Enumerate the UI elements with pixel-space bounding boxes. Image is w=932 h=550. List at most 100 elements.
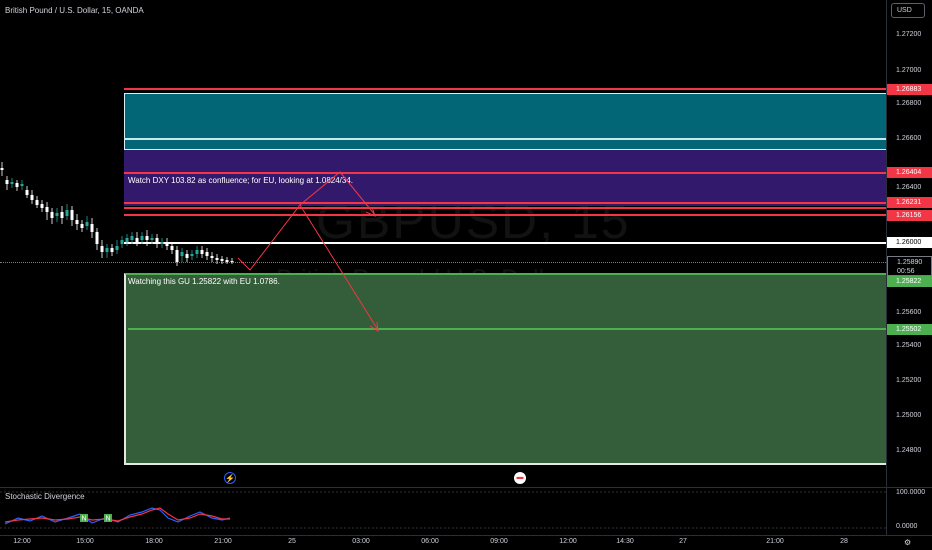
candle-body (220, 259, 224, 261)
price-candles-layer (0, 162, 379, 332)
price-tick: 1.27200 (896, 31, 922, 38)
bar-countdown: 00:56 (897, 268, 915, 275)
price-label-26404[interactable]: 1.26404 (887, 167, 932, 178)
stoch-d-line (4, 507, 230, 523)
candle-body (5, 180, 9, 184)
divergence-badge-text: N (106, 516, 111, 523)
time-tick: 15:00 (76, 538, 94, 545)
indicator-tick-min: 0.0000 (896, 523, 918, 530)
candle-body (135, 238, 139, 242)
time-tick: 21:00 (214, 538, 232, 545)
candle-body (50, 212, 54, 218)
time-tick: 14:30 (616, 538, 634, 545)
price-tick: 1.25000 (896, 412, 922, 419)
candle-body (115, 246, 119, 250)
candle-body (195, 250, 199, 254)
stochastic-lines: N N (0, 491, 886, 529)
candle-body (145, 236, 149, 240)
symbol-title[interactable]: British Pound / U.S. Dollar, 15, OANDA (5, 6, 144, 15)
candle-body (0, 168, 4, 170)
candle-body (140, 236, 144, 240)
price-tick: 1.24800 (896, 447, 922, 454)
candle-body (70, 210, 74, 220)
candle-body (95, 232, 99, 244)
candle-body (45, 207, 49, 212)
price-tick: 1.26800 (896, 100, 922, 107)
candle-body (30, 195, 34, 200)
divergence-badge-text: N (82, 516, 87, 523)
candle-body (200, 250, 204, 254)
main-chart-pane[interactable]: GBPUSD, 15 British Pound / U.S. Dollar W… (0, 0, 886, 487)
candle-body (85, 222, 89, 226)
candle-body (180, 252, 184, 256)
candle-body (160, 242, 164, 244)
time-axis[interactable] (0, 535, 932, 550)
candle-body (205, 252, 209, 256)
projection-path (237, 171, 379, 332)
candlesticks (0, 162, 234, 266)
time-tick: 18:00 (145, 538, 163, 545)
candle-body (65, 210, 69, 216)
candle-body (130, 236, 134, 240)
candle-body (110, 248, 114, 252)
candle-body (40, 204, 44, 208)
candle-body (90, 224, 94, 232)
price-tick: 1.26600 (896, 135, 922, 142)
price-label-25502[interactable]: 1.25502 (887, 324, 932, 335)
candle-body (215, 258, 219, 260)
currency-selector[interactable]: USD (891, 3, 925, 18)
time-tick: 21:00 (766, 538, 784, 545)
candle-body (125, 238, 129, 242)
time-tick: 28 (840, 538, 848, 545)
candle-body (185, 254, 189, 258)
time-tick: 27 (679, 538, 687, 545)
projection-arrow-bearish-head (365, 206, 376, 217)
candle-body (155, 238, 159, 244)
price-tick: 1.25400 (896, 342, 922, 349)
indicator-tick-max: 100.0000 (896, 489, 926, 496)
gear-icon[interactable]: ⚙ (904, 538, 911, 547)
candle-body (120, 240, 124, 244)
price-tick: 1.25200 (896, 377, 922, 384)
candle-body (175, 250, 179, 262)
projection-arrow-bearish (237, 171, 376, 271)
time-tick: 12:00 (13, 538, 31, 545)
lightning-icon[interactable]: ⚡ (224, 472, 236, 484)
candle-body (10, 182, 14, 184)
current-price-label[interactable]: 1.25890 00:56 (887, 256, 932, 276)
candle-body (55, 213, 59, 216)
candle-body (105, 248, 109, 252)
candle-body (60, 212, 64, 218)
candle-body (80, 224, 84, 228)
price-label-26156[interactable]: 1.26156 (887, 210, 932, 221)
candle-body (15, 183, 19, 187)
candle-body (100, 246, 104, 252)
time-tick: 03:00 (352, 538, 370, 545)
projection-arrow-breakdown (299, 204, 379, 331)
time-tick: 09:00 (490, 538, 508, 545)
time-tick: 06:00 (421, 538, 439, 545)
candle-body (210, 256, 214, 258)
price-label-26231[interactable]: 1.26231 (887, 197, 932, 208)
candle-body (225, 260, 229, 262)
price-label-26883[interactable]: 1.26883 (887, 84, 932, 95)
candle-body (230, 261, 234, 262)
indicator-pane[interactable]: Stochastic Divergence N N (0, 487, 886, 535)
candle-body (170, 246, 174, 250)
candle-body (165, 242, 169, 246)
price-tick: 1.27000 (896, 67, 922, 74)
time-tick: 25 (288, 538, 296, 545)
price-tick: 1.25600 (896, 309, 922, 316)
candle-body (75, 220, 79, 224)
us-flag-icon[interactable]: ▬ (514, 472, 526, 484)
candle-body (20, 184, 24, 186)
candle-body (35, 200, 39, 205)
price-label-26000[interactable]: 1.26000 (887, 237, 932, 248)
candle-body (190, 254, 194, 256)
candle-body (25, 190, 29, 195)
price-tick: 1.26400 (896, 184, 922, 191)
price-label-25822[interactable]: 1.25822 (887, 276, 932, 287)
time-tick: 12:00 (559, 538, 577, 545)
current-price-value: 1.25890 (897, 259, 923, 266)
candle-body (150, 238, 154, 240)
